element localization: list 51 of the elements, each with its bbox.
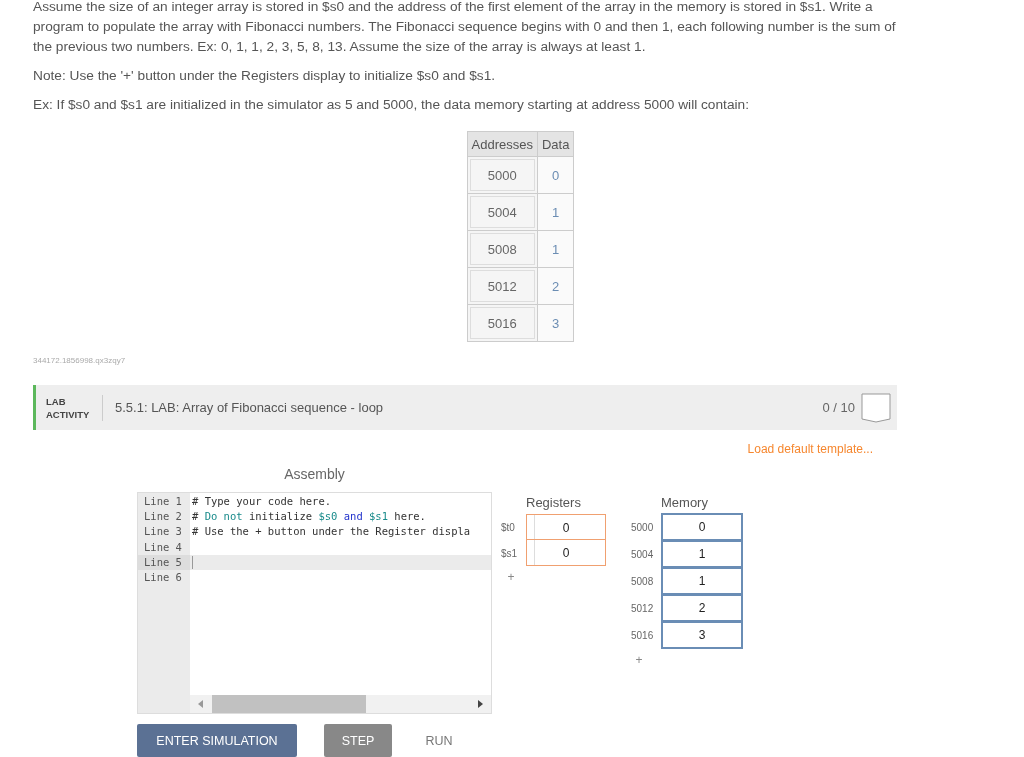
text-cursor bbox=[192, 555, 193, 569]
line-number: Line 1 bbox=[143, 494, 183, 509]
register-value[interactable]: 0 bbox=[526, 540, 606, 566]
table-cell: 5000 bbox=[467, 156, 538, 194]
enter-simulation-button[interactable]: ENTER SIMULATION bbox=[137, 724, 297, 757]
paragraph: Ex: If $s0 and $s1 are initialized in the simulator as 5 and 5000, the data memory starting at address 5000 will contain: bbox=[33, 96, 750, 114]
line-number: Line 4 bbox=[143, 539, 183, 555]
step-button[interactable]: STEP bbox=[324, 724, 392, 757]
memory-title: Memory bbox=[661, 495, 709, 510]
memory-address: 5012 bbox=[631, 603, 655, 614]
table-cell: 5008 bbox=[467, 230, 538, 268]
horizontal-scrollbar[interactable] bbox=[190, 695, 491, 713]
line-number: Line 3 bbox=[143, 524, 183, 540]
score: 0 / 10 bbox=[822, 400, 855, 415]
editor-title: Assembly bbox=[284, 466, 345, 482]
memory-value[interactable]: 1 bbox=[661, 567, 743, 595]
memory-address: 5016 bbox=[631, 630, 655, 641]
line-number: Line 5 bbox=[138, 554, 190, 570]
add-register-button[interactable]: + bbox=[503, 570, 519, 584]
memory-value[interactable]: 1 bbox=[661, 540, 743, 568]
table-cell: 5004 bbox=[467, 193, 538, 231]
code-line: # Do not initialize $s0 and $s1 here. bbox=[191, 509, 426, 525]
memory-address: 5008 bbox=[631, 576, 655, 587]
column-header: Addresses bbox=[467, 131, 538, 157]
lab-tag: LAB ACTIVITY bbox=[36, 394, 103, 421]
memory-value[interactable]: 3 bbox=[661, 621, 743, 649]
register-name: $t0 bbox=[501, 521, 516, 533]
memory-value[interactable]: 2 bbox=[661, 594, 743, 622]
memory-address: 5004 bbox=[631, 549, 655, 560]
activity-id: 344172.1856998.qx3zqy7 bbox=[33, 356, 126, 365]
lab-title: 5.5.1: LAB: Array of Fibonacci sequence - loop bbox=[115, 400, 385, 415]
memory-value[interactable]: 0 bbox=[661, 513, 743, 541]
scroll-left-icon[interactable] bbox=[196, 698, 206, 710]
line-number: Line 6 bbox=[143, 569, 183, 585]
code-line: # Type your code here. bbox=[191, 494, 332, 509]
table-cell: 5016 bbox=[467, 304, 538, 342]
column-header: Data bbox=[537, 131, 574, 157]
code-editor[interactable]: Line 1 # Type your code here. Line 2 # Do not initialize $s0 and $s1 here. Line 3 # Use the + button under the Register displa Line 4 Line 5 Line 6 bbox=[137, 492, 492, 714]
line-number: Line 2 bbox=[143, 509, 183, 525]
memory-address: 5000 bbox=[631, 522, 655, 533]
register-name: $s1 bbox=[501, 547, 519, 559]
paragraph: Note: Use the '+' button under the Registers display to initialize $s0 and $s1. bbox=[33, 67, 497, 85]
ribbon-icon bbox=[861, 392, 891, 423]
scroll-right-icon[interactable] bbox=[475, 698, 485, 710]
add-memory-button[interactable]: + bbox=[631, 653, 647, 667]
run-button[interactable]: RUN bbox=[405, 724, 473, 757]
register-value[interactable]: 0 bbox=[526, 514, 606, 540]
paragraph: Assume the size of an integer array is stored in $s0 and the address of the first element of the array in the memory is stored in $s1. Write a program to populate the array with Fibonacci numbers. The Fibonacci sequence begins with 0 and then 1, each following number is the sum of the previous two numbers. Ex: 0, 1, 1, 2, 3, 5, 8, 13. Assume the size of the array is always at least 1. bbox=[33, 0, 897, 56]
registers-title: Registers bbox=[526, 495, 582, 510]
code-line: # Use the + button under the Register displa bbox=[191, 524, 471, 540]
table-cell: 5012 bbox=[467, 267, 538, 305]
